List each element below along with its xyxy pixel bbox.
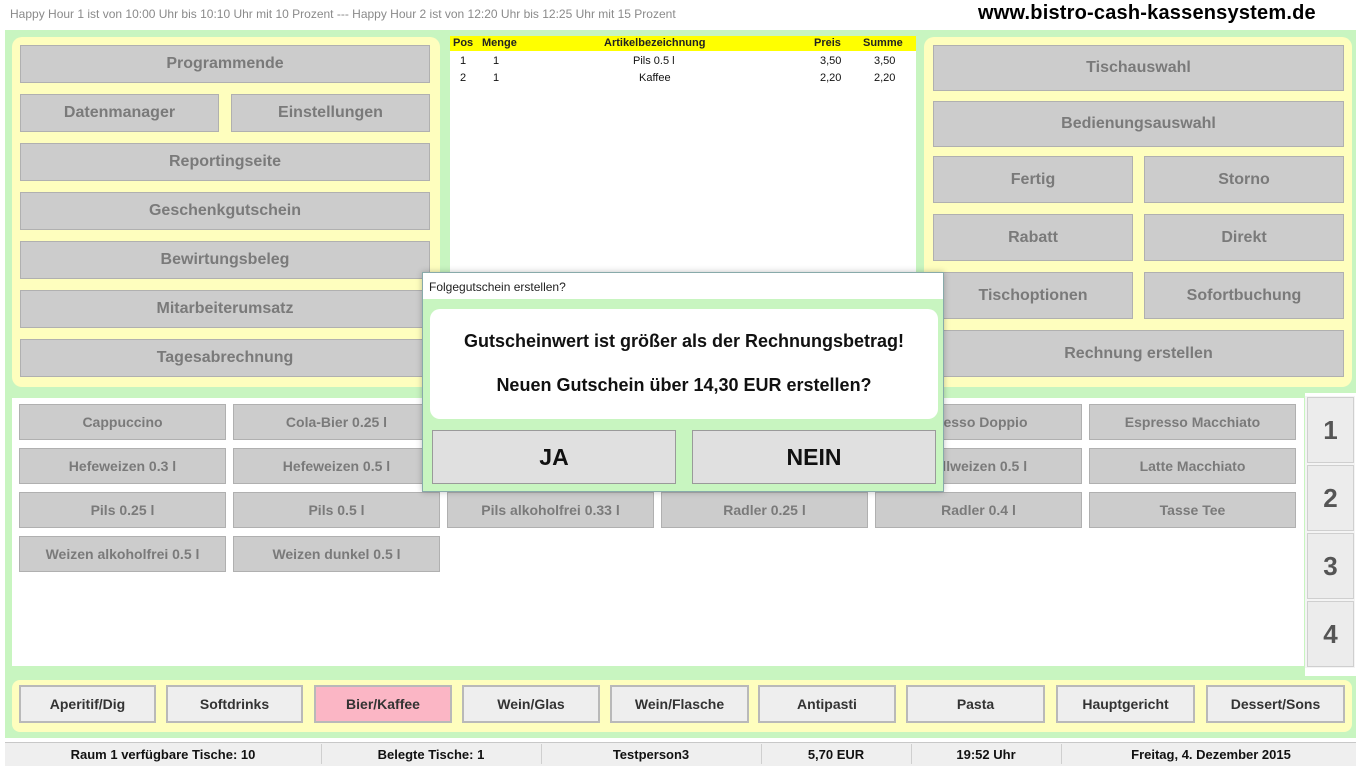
product-button[interactable]: Hefeweizen 0.3 l bbox=[19, 448, 226, 484]
product-button[interactable]: Hefeweizen 0.5 l bbox=[233, 448, 440, 484]
product-button[interactable]: Weizen alkoholfrei 0.5 l bbox=[19, 536, 226, 572]
col-summe: Summe bbox=[863, 37, 903, 49]
category-aperitif-button[interactable]: Aperitif/Dig bbox=[19, 685, 156, 723]
website-url: www.bistro-cash-kassensystem.de bbox=[978, 2, 1316, 24]
order-table-header: Pos Menge Artikelbezeichnung Preis Summe bbox=[450, 36, 916, 51]
table-row[interactable]: 1 1 Pils 0.5 l 3,50 3,50 bbox=[450, 54, 916, 70]
category-wein-flasche-button[interactable]: Wein/Flasche bbox=[610, 685, 749, 723]
col-artikel: Artikelbezeichnung bbox=[604, 37, 706, 49]
rechnung-erstellen-button[interactable]: Rechnung erstellen bbox=[933, 330, 1344, 377]
sofortbuchung-button[interactable]: Sofortbuchung bbox=[1144, 272, 1344, 319]
product-button[interactable]: Pils 0.25 l bbox=[19, 492, 226, 528]
status-betrag: 5,70 EUR bbox=[761, 744, 912, 764]
row-artikel: Pils 0.5 l bbox=[633, 55, 675, 67]
product-button[interactable]: Cappuccino bbox=[19, 404, 226, 440]
status-datum: Freitag, 4. Dezember 2015 bbox=[1131, 746, 1291, 762]
col-preis: Preis bbox=[814, 37, 841, 49]
einstellungen-button[interactable]: Einstellungen bbox=[231, 94, 430, 132]
row-menge: 1 bbox=[493, 55, 500, 67]
category-hauptgericht-button[interactable]: Hauptgericht bbox=[1056, 685, 1195, 723]
product-button[interactable]: Espresso Macchiato bbox=[1089, 404, 1296, 440]
category-antipasti-button[interactable]: Antipasti bbox=[758, 685, 896, 723]
product-button[interactable]: Cola-Bier 0.25 l bbox=[233, 404, 440, 440]
product-button[interactable]: Tasse Tee bbox=[1089, 492, 1296, 528]
datenmanager-button[interactable]: Datenmanager bbox=[20, 94, 219, 132]
dialog-message-line2: Neuen Gutschein über 14,30 EUR erstellen… bbox=[496, 375, 872, 395]
row-preis: 2,20 bbox=[820, 72, 842, 84]
ja-button[interactable]: JA bbox=[432, 430, 676, 484]
fertig-button[interactable]: Fertig bbox=[933, 156, 1133, 203]
status-uhrzeit: 19:52 Uhr bbox=[911, 744, 1062, 764]
status-bedienung: Testperson3 bbox=[541, 744, 762, 764]
product-button[interactable]: Radler 0.25 l bbox=[661, 492, 868, 528]
product-button[interactable]: Pils 0.5 l bbox=[233, 492, 440, 528]
product-button[interactable]: Radler 0.4 l bbox=[875, 492, 1082, 528]
row-artikel: Kaffee bbox=[639, 72, 671, 84]
category-pasta-button[interactable]: Pasta bbox=[906, 685, 1045, 723]
tischoptionen-button[interactable]: Tischoptionen bbox=[933, 272, 1133, 319]
geschenkgutschein-button[interactable]: Geschenkgutschein bbox=[20, 192, 430, 230]
dialog-message-line1: Gutscheinwert ist größer als der Rechnun… bbox=[463, 331, 905, 351]
col-menge: Menge bbox=[482, 37, 517, 49]
page-2-button[interactable]: 2 bbox=[1307, 465, 1354, 531]
nein-button[interactable]: NEIN bbox=[692, 430, 936, 484]
row-pos: 2 bbox=[460, 72, 467, 84]
row-summe: 2,20 bbox=[874, 72, 896, 84]
page-3-button[interactable]: 3 bbox=[1307, 533, 1354, 599]
category-wein-glas-button[interactable]: Wein/Glas bbox=[462, 685, 600, 723]
storno-button[interactable]: Storno bbox=[1144, 156, 1344, 203]
status-belegte-tische: Belegte Tische: 1 bbox=[321, 744, 542, 764]
category-dessert-button[interactable]: Dessert/Sons bbox=[1206, 685, 1345, 723]
rabatt-button[interactable]: Rabatt bbox=[933, 214, 1133, 261]
happy-hour-ticker: Happy Hour 1 ist von 10:00 Uhr bis 10:10… bbox=[10, 7, 676, 21]
reportingseite-button[interactable]: Reportingseite bbox=[20, 143, 430, 181]
direkt-button[interactable]: Direkt bbox=[1144, 214, 1344, 261]
product-button[interactable]: Pils alkoholfrei 0.33 l bbox=[447, 492, 654, 528]
category-bier-kaffee-button[interactable]: Bier/Kaffee bbox=[314, 685, 452, 723]
dialog-title: Folgegutschein erstellen? bbox=[423, 273, 943, 299]
status-raum: Raum 1 verfügbare Tische: 10 bbox=[5, 744, 322, 764]
col-pos: Pos bbox=[453, 37, 474, 49]
category-softdrinks-button[interactable]: Softdrinks bbox=[166, 685, 303, 723]
page-4-button[interactable]: 4 bbox=[1307, 601, 1354, 667]
table-row[interactable]: 2 1 Kaffee 2,20 2,20 bbox=[450, 71, 916, 87]
mitarbeiterumsatz-button[interactable]: Mitarbeiterumsatz bbox=[20, 290, 430, 328]
bedienungsauswahl-button[interactable]: Bedienungsauswahl bbox=[933, 101, 1344, 147]
folgegutschein-dialog: Folgegutschein erstellen? Gutscheinwert … bbox=[422, 272, 944, 492]
row-menge: 1 bbox=[493, 72, 500, 84]
row-summe: 3,50 bbox=[874, 55, 896, 67]
programmende-button[interactable]: Programmende bbox=[20, 45, 430, 83]
product-button[interactable]: Weizen dunkel 0.5 l bbox=[233, 536, 440, 572]
row-pos: 1 bbox=[460, 55, 467, 67]
dialog-message-box: Gutscheinwert ist größer als der Rechnun… bbox=[430, 309, 938, 419]
row-preis: 3,50 bbox=[820, 55, 842, 67]
tischauswahl-button[interactable]: Tischauswahl bbox=[933, 45, 1344, 91]
product-button[interactable]: Latte Macchiato bbox=[1089, 448, 1296, 484]
page-1-button[interactable]: 1 bbox=[1307, 397, 1354, 463]
bewirtungsbeleg-button[interactable]: Bewirtungsbeleg bbox=[20, 241, 430, 279]
tagesabrechnung-button[interactable]: Tagesabrechnung bbox=[20, 339, 430, 377]
